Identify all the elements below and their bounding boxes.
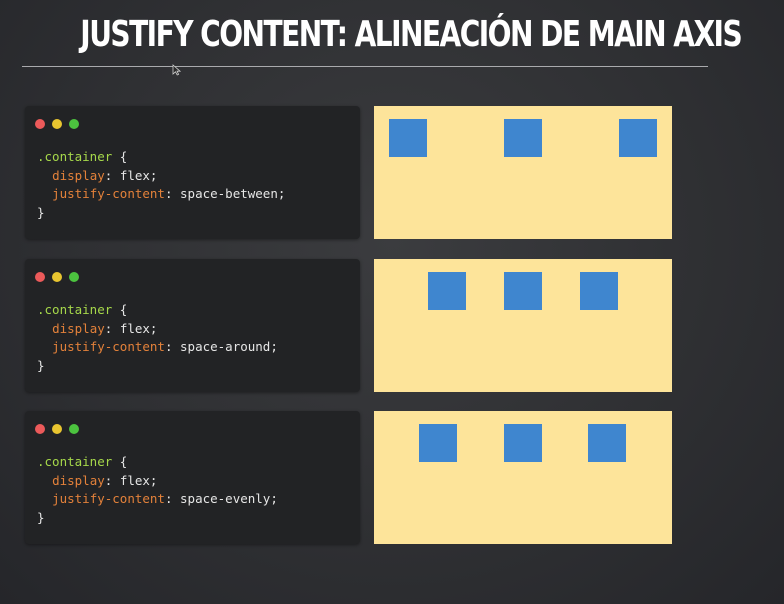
mouse-cursor-icon [172, 64, 181, 76]
close-brace: } [37, 509, 45, 525]
css-selector: .container [37, 454, 113, 469]
css-value-justify-content: space-evenly; [180, 491, 278, 506]
flex-item-box [619, 119, 657, 157]
title-divider [22, 66, 708, 67]
window-close-dot-icon [35, 424, 45, 434]
css-property-display: display [52, 320, 105, 336]
flex-item-box [428, 272, 466, 310]
close-brace: } [37, 204, 45, 220]
window-minimize-dot-icon [52, 272, 62, 282]
css-value-display: flex; [119, 320, 158, 336]
css-selector: .container [37, 149, 113, 164]
flex-item-box [580, 272, 618, 310]
css-value-display: flex; [119, 472, 158, 488]
flex-item-box [389, 119, 427, 157]
flex-item-box [588, 424, 626, 462]
css-property-justify-content: justify-content [52, 339, 165, 354]
css-code-block: .container { display: flex; justify-cont… [37, 149, 286, 220]
flex-demo-space-between [374, 106, 672, 239]
flex-item-box [419, 424, 457, 462]
window-close-dot-icon [35, 119, 45, 129]
css-property-display: display [52, 472, 105, 488]
window-minimize-dot-icon [52, 119, 62, 129]
css-selector: .container [37, 302, 113, 317]
window-maximize-dot-icon [69, 119, 79, 129]
css-property-display: display [52, 167, 105, 183]
css-value-justify-content: space-around; [180, 339, 278, 354]
code-window: .container { display: flex; justify-cont… [25, 106, 360, 239]
close-brace: } [37, 357, 45, 373]
code-window: .container { display: flex; justify-cont… [25, 259, 360, 392]
window-maximize-dot-icon [69, 424, 79, 434]
flex-demo-space-evenly [374, 411, 672, 544]
window-close-dot-icon [35, 272, 45, 282]
flex-item-box [504, 119, 542, 157]
css-value-display: flex; [119, 167, 158, 183]
slide-title: JUSTIFY CONTENT: ALINEACIÓN DE MAIN AXIS [80, 14, 742, 55]
css-property-justify-content: justify-content [52, 186, 165, 201]
css-code-block: .container { display: flex; justify-cont… [37, 302, 278, 373]
flex-item-box [504, 424, 542, 462]
open-brace: { [119, 302, 128, 317]
css-property-justify-content: justify-content [52, 491, 165, 506]
open-brace: { [119, 454, 128, 469]
flex-demo-space-around [374, 259, 672, 392]
css-code-block: .container { display: flex; justify-cont… [37, 454, 278, 525]
open-brace: { [119, 149, 128, 164]
flex-item-box [504, 272, 542, 310]
css-value-justify-content: space-between; [180, 186, 286, 201]
code-window: .container { display: flex; justify-cont… [25, 411, 360, 544]
window-minimize-dot-icon [52, 424, 62, 434]
window-maximize-dot-icon [69, 272, 79, 282]
